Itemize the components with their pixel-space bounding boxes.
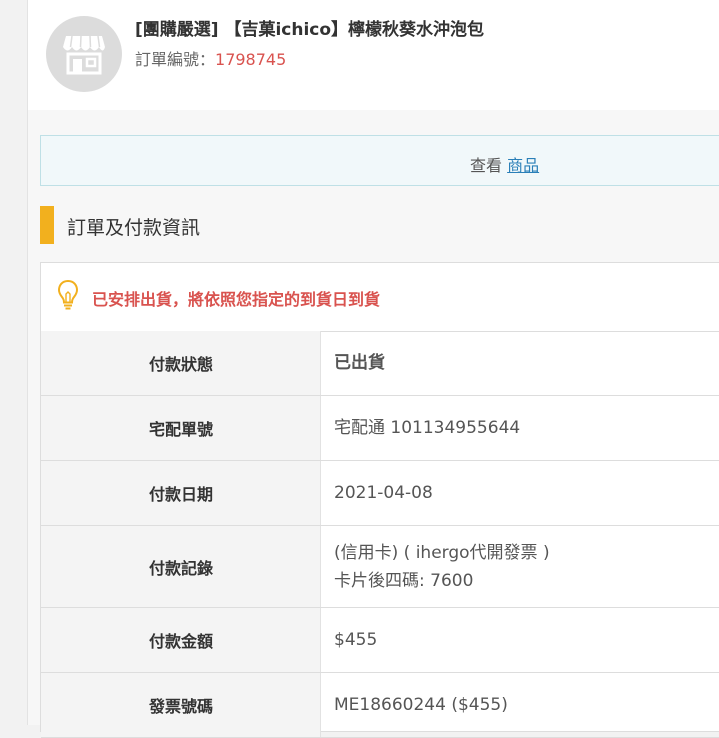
- shipping-notice: 已安排出貨，將依照您指定的到貨日到貨: [41, 263, 719, 332]
- order-detail-panel: [團購嚴選] 【吉菓ichico】檸檬秋葵水沖泡包 訂單編號：1798745 查…: [28, 0, 719, 738]
- payment-date-value: 2021-04-08: [334, 483, 433, 503]
- row-tracking-number: 宅配單號 宅配通 101134955644: [41, 396, 719, 461]
- view-prefix: 查看: [470, 156, 503, 175]
- order-info-table: 已安排出貨，將依照您指定的到貨日到貨 付款狀態 已出貨 宅配單號 宅配通 101…: [40, 262, 719, 738]
- tracking-number-value[interactable]: 宅配通 101134955644: [334, 414, 520, 442]
- row-payment-status: 付款狀態 已出貨: [41, 331, 719, 396]
- payment-amount-value: $455: [334, 630, 378, 650]
- left-sidebar-strip: [0, 0, 28, 725]
- payment-record-label: 付款記錄: [148, 558, 213, 578]
- payment-method-text: (信用卡) ( ihergo代開發票 ): [334, 542, 550, 563]
- invoice-number-label: 發票號碼: [148, 697, 213, 716]
- section-accent-bar: [40, 206, 54, 244]
- row-payment-record: 付款記錄 (信用卡) ( ihergo代開發票 ) 卡片後四碼: 7600: [41, 526, 719, 608]
- order-number: 1798745: [215, 50, 287, 69]
- order-number-line: 訂單編號：1798745: [135, 46, 286, 70]
- product-title: [團購嚴選] 【吉菓ichico】檸檬秋葵水沖泡包: [135, 20, 485, 40]
- shipping-notice-text: 已安排出貨，將依照您指定的到貨日到貨: [92, 290, 381, 309]
- lightbulb-icon: [57, 279, 79, 310]
- store-avatar[interactable]: [46, 16, 122, 92]
- storefront-icon: [63, 35, 105, 75]
- view-product-link[interactable]: 商品: [507, 156, 539, 175]
- invoice-number-value: ME18660244 ($455): [334, 695, 508, 715]
- tracking-number-label: 宅配單號: [148, 420, 213, 439]
- payment-date-label: 付款日期: [148, 485, 213, 504]
- order-number-label: 訂單編號：: [135, 50, 216, 69]
- view-product-bar: 查看 商品: [40, 135, 719, 186]
- row-payment-amount: 付款金額 $455: [41, 608, 719, 673]
- payment-amount-label: 付款金額: [148, 632, 213, 651]
- row-payment-date: 付款日期 2021-04-08: [41, 461, 719, 526]
- payment-status-label: 付款狀態: [148, 355, 213, 374]
- row-invoice-number: 發票號碼 ME18660244 ($455): [41, 673, 719, 738]
- card-last-digits-text: 卡片後四碼: 7600: [334, 570, 474, 591]
- payment-record-value: (信用卡) ( ihergo代開發票 ) 卡片後四碼: 7600: [334, 539, 550, 595]
- payment-status-value: 已出貨: [334, 353, 385, 373]
- section-title: 訂單及付款資訊: [67, 217, 201, 239]
- order-header-card: [團購嚴選] 【吉菓ichico】檸檬秋葵水沖泡包 訂單編號：1798745: [28, 0, 719, 110]
